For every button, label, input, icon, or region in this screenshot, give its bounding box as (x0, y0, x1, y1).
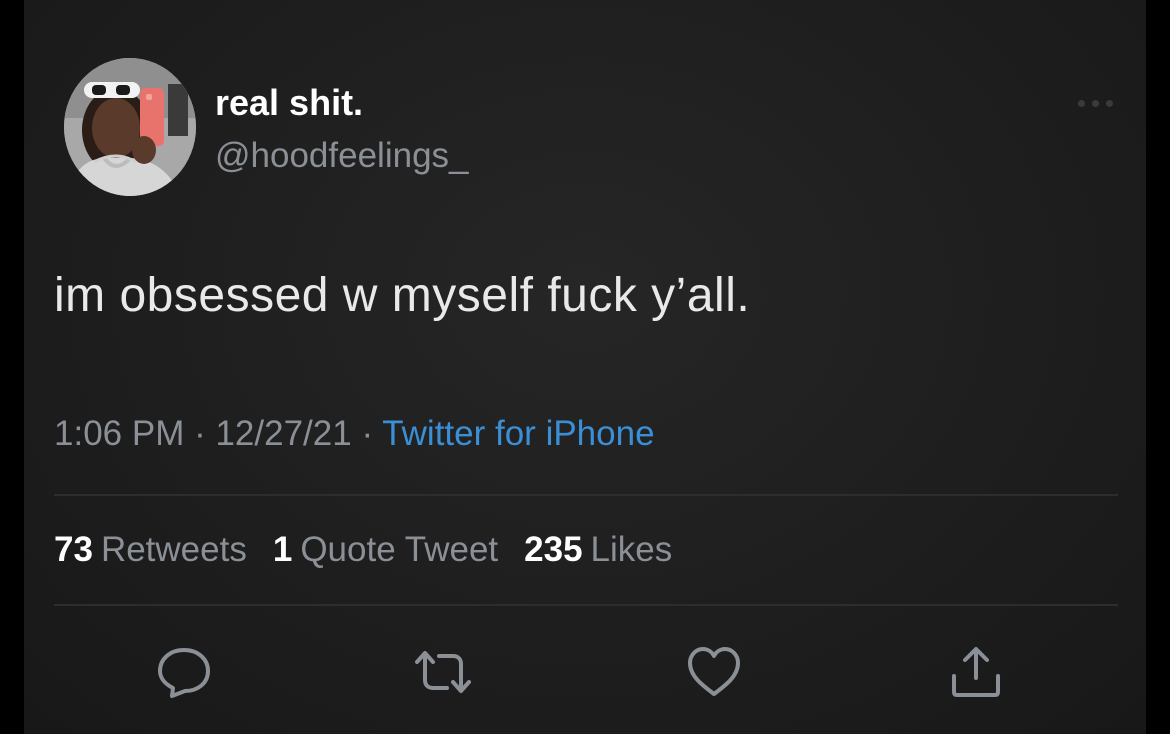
more-dot (1105, 99, 1113, 107)
reply-icon (158, 648, 210, 698)
display-name[interactable]: real shit. (215, 82, 363, 124)
more-dot (1077, 99, 1085, 107)
meta-separator: · (351, 414, 383, 453)
like-button[interactable] (682, 640, 746, 704)
divider (54, 494, 1118, 496)
tweet-source-link[interactable]: Twitter for iPhone (382, 414, 654, 453)
more-dot (1091, 99, 1099, 107)
meta-separator: · (184, 414, 216, 453)
likes-label: Likes (590, 530, 673, 569)
divider (54, 604, 1118, 606)
retweets-stat[interactable]: 73 Retweets (54, 530, 247, 570)
tweet-date[interactable]: 12/27/21 (215, 414, 351, 453)
quote-tweets-count: 1 (272, 530, 293, 569)
tweet-text: im obsessed w myself fuck y’all. (54, 269, 751, 322)
likes-stat[interactable]: 235 Likes (524, 530, 672, 570)
retweets-count: 73 (54, 530, 93, 569)
profile-photo (64, 58, 196, 196)
quote-tweets-label: Quote Tweet (300, 530, 499, 569)
likes-count: 235 (524, 530, 583, 569)
share-icon (952, 647, 1000, 697)
tweet-card: real shit. @hoodfeelings_ im obsessed w … (24, 0, 1146, 734)
user-handle[interactable]: @hoodfeelings_ (215, 136, 469, 176)
heart-icon (688, 647, 740, 696)
retweet-icon (415, 651, 471, 693)
tweet-meta: 1:06 PM · 12/27/21 · Twitter for iPhone (54, 414, 655, 454)
tweet-stats: 73 Retweets 1 Quote Tweet 235 Likes (54, 530, 672, 570)
retweets-label: Retweets (100, 530, 247, 569)
reply-button[interactable] (152, 640, 216, 704)
avatar[interactable] (64, 58, 196, 196)
share-button[interactable] (944, 640, 1008, 704)
retweet-button[interactable] (411, 640, 475, 704)
tweet-time[interactable]: 1:06 PM (54, 414, 184, 453)
more-options-icon[interactable] (1072, 96, 1118, 110)
quote-tweets-stat[interactable]: 1 Quote Tweet (273, 530, 498, 570)
